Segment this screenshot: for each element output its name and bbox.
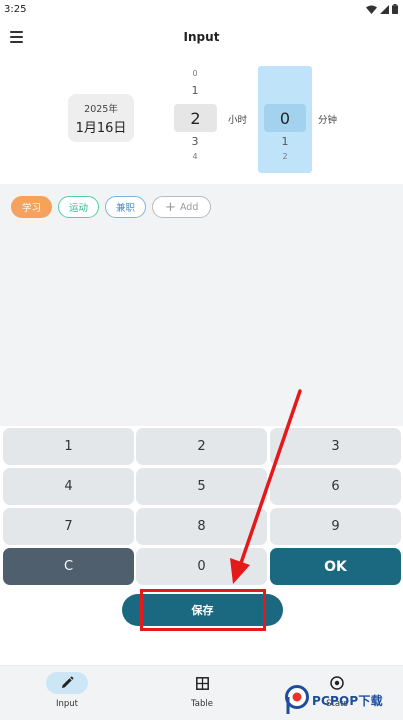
menu-icon[interactable] [10,28,28,46]
status-icons [366,4,398,14]
tag-part-time-chip[interactable]: 兼职 [105,196,147,218]
nav-table-label: Table [191,699,213,709]
plus-icon: + [165,199,176,215]
minute-option-2[interactable]: 2 [278,152,292,161]
nav-input-pill [46,672,88,694]
key-2[interactable]: 2 [136,428,267,465]
minute-option-1[interactable]: 1 [278,135,292,148]
hour-option-4[interactable]: 4 [188,152,202,161]
date-selector[interactable]: 2025年 1月16日 [68,94,134,142]
time-picker-area: 2025年 1月16日 0 1 2 3 4 小时 0 1 2 分钟 [0,56,403,184]
watermark-text: PCPOP下载 [312,693,383,708]
pcpop-logo-icon [285,685,309,714]
minute-unit-label: 分钟 [318,115,338,126]
ok-button[interactable]: OK [270,548,401,585]
key-7[interactable]: 7 [3,508,134,545]
app-bar: Input [0,18,403,56]
key-1[interactable]: 1 [3,428,134,465]
tag-sport-chip[interactable]: 运动 [58,196,100,218]
key-4[interactable]: 4 [3,468,134,505]
key-8[interactable]: 8 [136,508,267,545]
signal-icon [380,4,389,14]
add-tag-button[interactable]: + Add [152,196,212,218]
nav-input[interactable]: Input [27,672,107,716]
key-3[interactable]: 3 [270,428,401,465]
nav-table-pill [181,672,223,694]
pcpop-watermark: PCPOP下载 [284,684,403,716]
minute-selected-value[interactable]: 0 [264,104,306,132]
tag-content-area: 学习 运动 兼职 + Add [0,184,403,426]
status-bar: 3:25 [0,0,403,18]
date-day: 1月16日 [75,120,127,136]
numeric-keypad: 1 2 3 4 5 6 7 8 9 C 0 OK [0,426,403,586]
key-6[interactable]: 6 [270,468,401,505]
add-tag-label: Add [179,201,199,213]
hour-option-3[interactable]: 3 [188,135,202,148]
clear-button[interactable]: C [3,548,134,585]
pencil-icon [62,676,74,688]
key-0[interactable]: 0 [136,548,267,585]
wifi-icon [366,5,377,14]
date-year: 2025年 [84,103,118,115]
key-9[interactable]: 9 [270,508,401,545]
hour-option-1[interactable]: 1 [188,84,202,97]
key-5[interactable]: 5 [136,468,267,505]
tag-list: 学习 运动 兼职 + Add [11,196,212,218]
status-time: 3:25 [4,3,27,15]
hour-option-0[interactable]: 0 [188,69,202,78]
hour-selected-value[interactable]: 2 [174,104,217,132]
tag-study-chip[interactable]: 学习 [11,196,53,218]
highlight-annotation-box [140,589,266,631]
hour-unit-label: 小时 [228,115,248,126]
nav-table[interactable]: Table [162,672,242,716]
grid-icon [195,676,209,690]
page-title: Input [183,30,220,44]
battery-icon [392,4,398,14]
nav-input-label: Input [55,699,78,709]
